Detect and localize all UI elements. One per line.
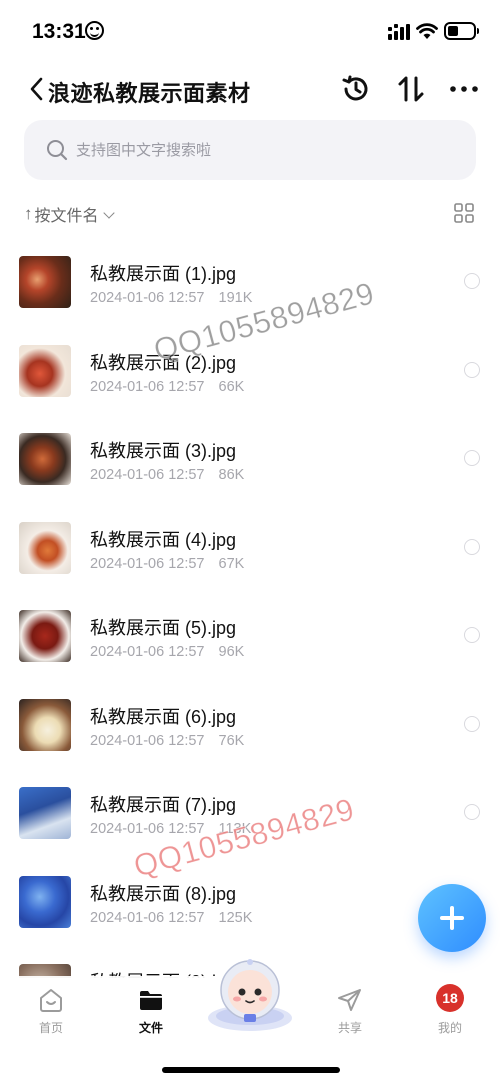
history-icon[interactable] bbox=[340, 73, 372, 105]
list-item[interactable]: 私教展示面 (4).jpg 2024-01-06 12:57 67K bbox=[0, 504, 500, 593]
file-meta: 2024-01-06 12:57 113K bbox=[90, 821, 251, 837]
file-date: 2024-01-06 12:57 bbox=[90, 290, 205, 306]
file-size: 76K bbox=[218, 732, 245, 749]
status-time: 13:31 bbox=[32, 20, 86, 43]
file-name: 私教展示面 (8).jpg bbox=[90, 883, 237, 904]
file-thumbnail bbox=[19, 344, 71, 397]
avatar: 18 bbox=[436, 984, 464, 1012]
select-radio[interactable] bbox=[464, 627, 480, 643]
file-size: 96K bbox=[218, 644, 245, 660]
tab-profile[interactable]: 18 我的 bbox=[410, 976, 490, 1036]
file-meta: 2024-01-06 12:57 66K bbox=[90, 379, 244, 395]
file-name: 私教展示面 (4).jpg bbox=[90, 529, 237, 550]
wifi-icon bbox=[416, 23, 438, 39]
home-icon bbox=[40, 989, 62, 1012]
file-size: 66K bbox=[218, 378, 245, 395]
search-bar[interactable] bbox=[24, 120, 476, 180]
file-thumbnail bbox=[19, 610, 71, 662]
select-radio[interactable] bbox=[464, 538, 480, 555]
sort-label: 按文件名 bbox=[34, 208, 99, 225]
list-item[interactable]: 私教展示面 (6).jpg 2024-01-06 12:57 76K bbox=[0, 681, 500, 770]
arrow-up-icon: ↑ bbox=[24, 204, 33, 223]
file-meta: 2024-01-06 12:57 76K bbox=[90, 733, 244, 749]
tab-profile-label: 我的 bbox=[437, 1021, 462, 1035]
file-meta: 2024-01-06 12:57 67K bbox=[90, 556, 244, 572]
file-size: 125K bbox=[218, 909, 253, 926]
smiley-icon bbox=[85, 21, 104, 40]
file-date: 2024-01-06 12:57 bbox=[90, 555, 205, 572]
tab-home-label: 首页 bbox=[38, 1021, 63, 1035]
file-size: 86K bbox=[218, 467, 245, 483]
page-title: 浪迹私教展示面素材 bbox=[48, 81, 251, 106]
select-radio[interactable] bbox=[464, 804, 480, 820]
file-date: 2024-01-06 12:57 bbox=[90, 378, 205, 395]
file-date: 2024-01-06 12:57 bbox=[90, 467, 205, 483]
list-item[interactable]: 私教展示面 (1).jpg 2024-01-06 12:57 191K bbox=[0, 238, 500, 327]
folder-icon bbox=[140, 991, 162, 1010]
cellular-signal-icon bbox=[388, 24, 410, 40]
sort-row: ↑ 按文件名 bbox=[24, 198, 476, 230]
grid-view-icon[interactable] bbox=[454, 203, 474, 223]
file-name: 私教展示面 (5).jpg bbox=[90, 618, 237, 638]
more-icon[interactable] bbox=[448, 74, 480, 104]
tab-files-label: 文件 bbox=[138, 1021, 163, 1035]
sort-icon[interactable] bbox=[396, 73, 426, 105]
file-size: 67K bbox=[218, 555, 245, 572]
tab-files[interactable]: 文件 bbox=[111, 976, 191, 1036]
file-date: 2024-01-06 12:57 bbox=[90, 644, 205, 660]
file-thumbnail bbox=[19, 521, 71, 574]
select-radio[interactable] bbox=[464, 361, 480, 378]
send-icon bbox=[338, 989, 361, 1011]
select-radio[interactable] bbox=[464, 450, 480, 466]
status-bar: 13:31 bbox=[0, 0, 500, 64]
back-icon[interactable] bbox=[28, 76, 46, 102]
battery-icon bbox=[444, 22, 479, 40]
add-button[interactable] bbox=[418, 884, 486, 952]
header: 浪迹私教展示面素材 bbox=[0, 64, 500, 114]
search-input[interactable] bbox=[76, 120, 456, 180]
file-size: 113K bbox=[218, 821, 252, 837]
file-thumbnail bbox=[19, 875, 71, 928]
home-indicator bbox=[162, 1067, 340, 1073]
list-item[interactable]: 私教展示面 (2).jpg 2024-01-06 12:57 66K bbox=[0, 327, 500, 416]
mascot-icon[interactable] bbox=[204, 954, 296, 1032]
select-radio[interactable] bbox=[464, 273, 480, 289]
file-name: 私教展示面 (3).jpg bbox=[90, 441, 237, 461]
tab-share-label: 共享 bbox=[337, 1021, 362, 1035]
file-thumbnail bbox=[19, 433, 71, 485]
list-item[interactable]: 私教展示面 (5).jpg 2024-01-06 12:57 96K bbox=[0, 592, 500, 681]
file-meta: 2024-01-06 12:57 191K bbox=[90, 290, 252, 306]
file-name: 私教展示面 (1).jpg bbox=[90, 264, 237, 284]
search-icon bbox=[47, 140, 68, 161]
file-thumbnail bbox=[19, 698, 71, 751]
list-item[interactable]: 私教展示面 (3).jpg 2024-01-06 12:57 86K bbox=[0, 415, 500, 504]
file-thumbnail bbox=[19, 787, 71, 839]
file-meta: 2024-01-06 12:57 96K bbox=[90, 644, 244, 660]
file-date: 2024-01-06 12:57 bbox=[90, 909, 205, 926]
sort-by-filename-button[interactable]: ↑ 按文件名 bbox=[24, 202, 115, 226]
list-item[interactable]: 私教展示面 (7).jpg 2024-01-06 12:57 113K bbox=[0, 769, 500, 858]
file-name: 私教展示面 (2).jpg bbox=[90, 352, 237, 373]
file-name: 私教展示面 (7).jpg bbox=[90, 795, 237, 815]
file-meta: 2024-01-06 12:57 86K bbox=[90, 467, 244, 483]
file-date: 2024-01-06 12:57 bbox=[90, 732, 205, 749]
tab-home[interactable]: 首页 bbox=[11, 976, 91, 1036]
file-meta: 2024-01-06 12:57 125K bbox=[90, 910, 252, 926]
file-list: 私教展示面 (1).jpg 2024-01-06 12:57 191K 私教展示面… bbox=[0, 238, 500, 978]
tab-share[interactable]: 共享 bbox=[310, 976, 390, 1036]
select-radio[interactable] bbox=[464, 715, 480, 732]
chevron-down-icon bbox=[102, 206, 115, 219]
file-size: 191K bbox=[218, 290, 253, 306]
file-date: 2024-01-06 12:57 bbox=[90, 821, 205, 837]
file-name: 私教展示面 (6).jpg bbox=[90, 706, 237, 727]
file-thumbnail bbox=[19, 256, 71, 308]
